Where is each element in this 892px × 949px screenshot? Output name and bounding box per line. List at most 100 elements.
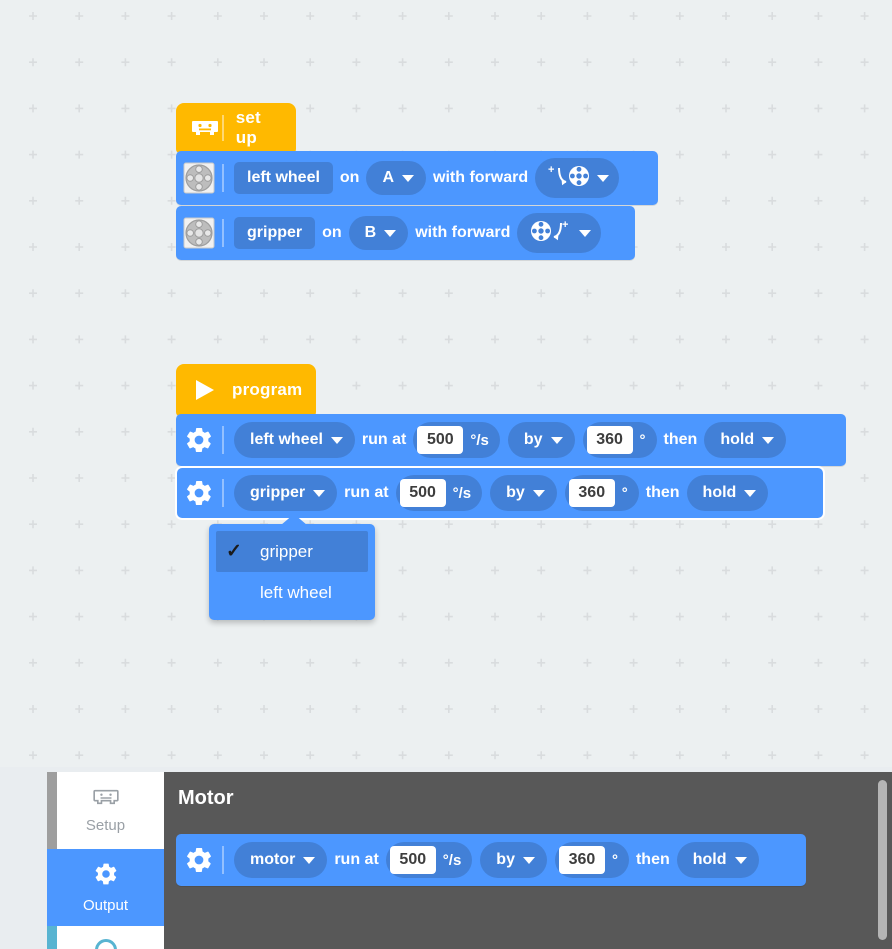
setup-stack[interactable]: set up left wheel on A with forward + gr…: [176, 103, 658, 260]
hub-icon: [92, 787, 120, 812]
sidebar-item-output[interactable]: Output: [47, 849, 164, 926]
motor-name-field-2[interactable]: gripper: [234, 217, 316, 249]
amount-field-1[interactable]: 360 °: [582, 422, 657, 458]
sidebar-item-sensor[interactable]: [47, 926, 164, 949]
motor-value-2: gripper: [250, 484, 306, 501]
svg-text:+: +: [562, 219, 568, 231]
category-sidebar[interactable]: Setup Output: [47, 772, 164, 949]
amount-field-2[interactable]: 360 °: [564, 475, 639, 511]
palette-shelf: Setup Output Motor motor run at 500 °/s …: [47, 772, 892, 949]
port-value-1: A: [382, 169, 395, 186]
port-dropdown-1[interactable]: A: [366, 161, 427, 195]
palette-motor-value: motor: [250, 851, 296, 868]
program-stack[interactable]: program left wheel run at 500 °/s by 360…: [175, 364, 846, 520]
chevron-down-icon: [313, 489, 326, 497]
block-palette-panel[interactable]: Setup Output Motor motor run at 500 °/s …: [0, 767, 892, 949]
speed-unit-1: °/s: [470, 431, 489, 449]
motor-value-1: left wheel: [250, 431, 323, 448]
motor-direction-counterclockwise-icon: +: [547, 163, 591, 194]
direction-dropdown-2[interactable]: +: [517, 213, 602, 253]
palette-end-state-select[interactable]: hold: [676, 842, 759, 878]
chevron-down-icon: [597, 174, 610, 182]
palette-by-select[interactable]: by: [480, 842, 547, 878]
with-forward-label-2: with forward: [415, 224, 511, 241]
by-select-1[interactable]: by: [507, 422, 575, 458]
port-dropdown-2[interactable]: B: [348, 216, 409, 250]
amount-value-2[interactable]: 360: [568, 479, 615, 507]
motor-run-block-2[interactable]: gripper run at 500 °/s by 360 ° then hol…: [175, 466, 825, 520]
palette-scrollbar[interactable]: [878, 780, 887, 940]
with-forward-label-1: with forward: [433, 169, 529, 186]
dropdown-item-label: left wheel: [260, 582, 332, 602]
by-select-2[interactable]: by: [490, 475, 557, 511]
chevron-down-icon: [734, 856, 747, 864]
direction-dropdown-1[interactable]: +: [535, 158, 620, 198]
speed-value-1[interactable]: 500: [417, 426, 464, 454]
amount-value-1[interactable]: 360: [586, 426, 633, 454]
port-value-2: B: [364, 224, 377, 241]
palette-speed-unit: °/s: [442, 851, 462, 869]
end-state-select-1[interactable]: hold: [704, 422, 787, 458]
palette-end-state-value: hold: [692, 851, 727, 868]
palette-title: Motor: [178, 787, 234, 809]
speed-field-2[interactable]: 500 °/s: [395, 475, 483, 511]
palette-motor-select[interactable]: motor: [234, 842, 328, 878]
by-value-1: by: [523, 431, 543, 448]
speed-field-1[interactable]: 500 °/s: [413, 422, 500, 458]
block-divider: [222, 426, 224, 454]
palette-speed-field[interactable]: 500 °/s: [385, 842, 473, 878]
end-state-select-2[interactable]: hold: [686, 475, 769, 511]
block-divider: [222, 846, 224, 874]
chevron-down-icon: [579, 229, 592, 237]
category-accent-bar: [47, 772, 57, 849]
motor-gray-icon: [176, 217, 222, 249]
program-hat-label: program: [232, 380, 303, 399]
palette-then-label: then: [635, 851, 670, 868]
setup-hat-block[interactable]: set up: [176, 103, 296, 153]
then-label-1: then: [663, 431, 698, 448]
setup-hat-label: set up: [235, 108, 261, 147]
palette-amount-field[interactable]: 360 °: [554, 842, 629, 878]
palette-motor-run-block[interactable]: motor run at 500 °/s by 360 ° then hold: [176, 834, 806, 886]
motor-select-1[interactable]: left wheel: [234, 422, 355, 458]
dropdown-item-gripper[interactable]: ✓ gripper: [216, 531, 368, 572]
palette-run-at-label: run at: [334, 851, 379, 868]
palette-block-body[interactable]: motor run at 500 °/s by 360 ° then hold: [176, 834, 806, 886]
sidebar-item-label: Setup: [85, 817, 126, 834]
motor-gray-icon: [176, 162, 222, 194]
setup-motor-block-2[interactable]: gripper on B with forward +: [176, 206, 635, 260]
chevron-down-icon: [384, 229, 397, 237]
then-label-2: then: [645, 484, 680, 501]
run-at-label-2: run at: [344, 484, 389, 501]
motor-direction-clockwise-icon: +: [529, 218, 573, 249]
dropdown-item-left-wheel[interactable]: left wheel: [216, 572, 368, 613]
end-state-value-1: hold: [720, 431, 755, 448]
palette-amount-value[interactable]: 360: [558, 846, 605, 874]
play-icon: [190, 376, 218, 404]
gear-icon: [176, 845, 222, 875]
amount-unit-1: °: [639, 431, 646, 449]
speed-value-2[interactable]: 500: [399, 479, 446, 507]
check-icon: ✓: [226, 541, 242, 562]
on-label-1: on: [339, 169, 360, 186]
palette-by-value: by: [496, 851, 515, 868]
motor-name-field-1[interactable]: left wheel: [234, 162, 333, 194]
chevron-down-icon: [522, 856, 535, 864]
run-at-label-1: run at: [361, 431, 407, 448]
motor-select-dropdown-menu[interactable]: ✓ gripper left wheel: [209, 514, 375, 620]
motor-select-2[interactable]: gripper: [234, 475, 338, 511]
amount-unit-2: °: [621, 484, 628, 502]
palette-amount-unit: °: [611, 851, 618, 869]
setup-motor-block-1[interactable]: left wheel on A with forward +: [176, 151, 658, 205]
chevron-down-icon: [762, 436, 775, 444]
by-value-2: by: [506, 484, 525, 501]
block-divider: [222, 479, 224, 507]
palette-speed-value[interactable]: 500: [389, 846, 436, 874]
chevron-down-icon: [330, 436, 343, 444]
dropdown-item-label: gripper: [260, 541, 313, 561]
program-hat-block[interactable]: program: [176, 364, 316, 416]
motor-run-block-1[interactable]: left wheel run at 500 °/s by 360 ° then …: [176, 414, 846, 466]
chevron-down-icon: [303, 856, 316, 864]
palette-area[interactable]: Motor motor run at 500 °/s by 360 ° then…: [164, 772, 892, 949]
sidebar-item-setup[interactable]: Setup: [47, 772, 164, 849]
